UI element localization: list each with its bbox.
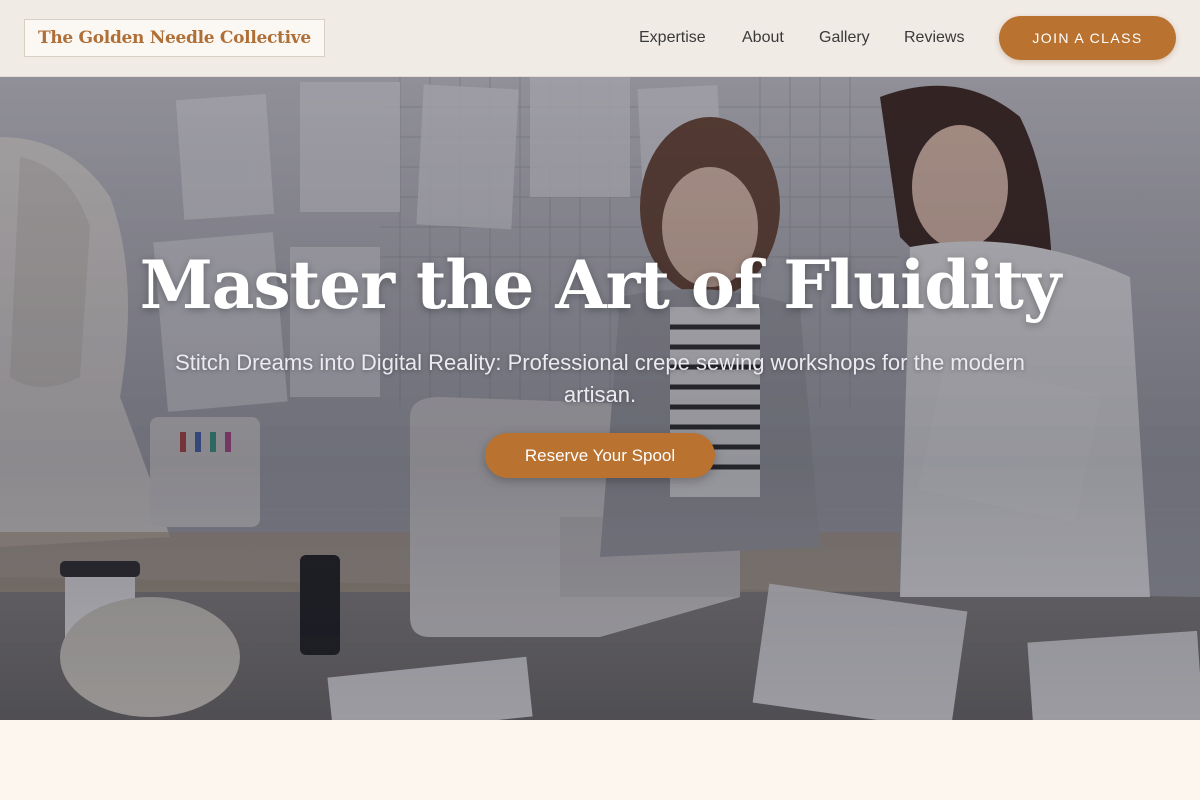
next-section [0,720,1200,800]
nav-link-gallery[interactable]: Gallery [819,28,870,48]
hero-title: Master the Art of Fluidity [139,246,1062,324]
nav-link-about[interactable]: About [742,28,784,48]
join-class-button[interactable]: JOIN A CLASS [999,16,1176,60]
site-header: The Golden Needle Collective Expertise A… [0,0,1200,77]
nav-link-expertise[interactable]: Expertise [639,28,706,48]
hero-subtitle: Stitch Dreams into Digital Reality: Prof… [175,350,1025,407]
reserve-spool-button[interactable]: Reserve Your Spool [485,433,715,478]
brand-name: The Golden Needle Collective [38,28,311,48]
hero-section: Master the Art of Fluidity Stitch Dreams… [0,77,1200,720]
brand-logo[interactable]: The Golden Needle Collective [24,19,325,57]
nav-link-reviews[interactable]: Reviews [904,28,964,48]
